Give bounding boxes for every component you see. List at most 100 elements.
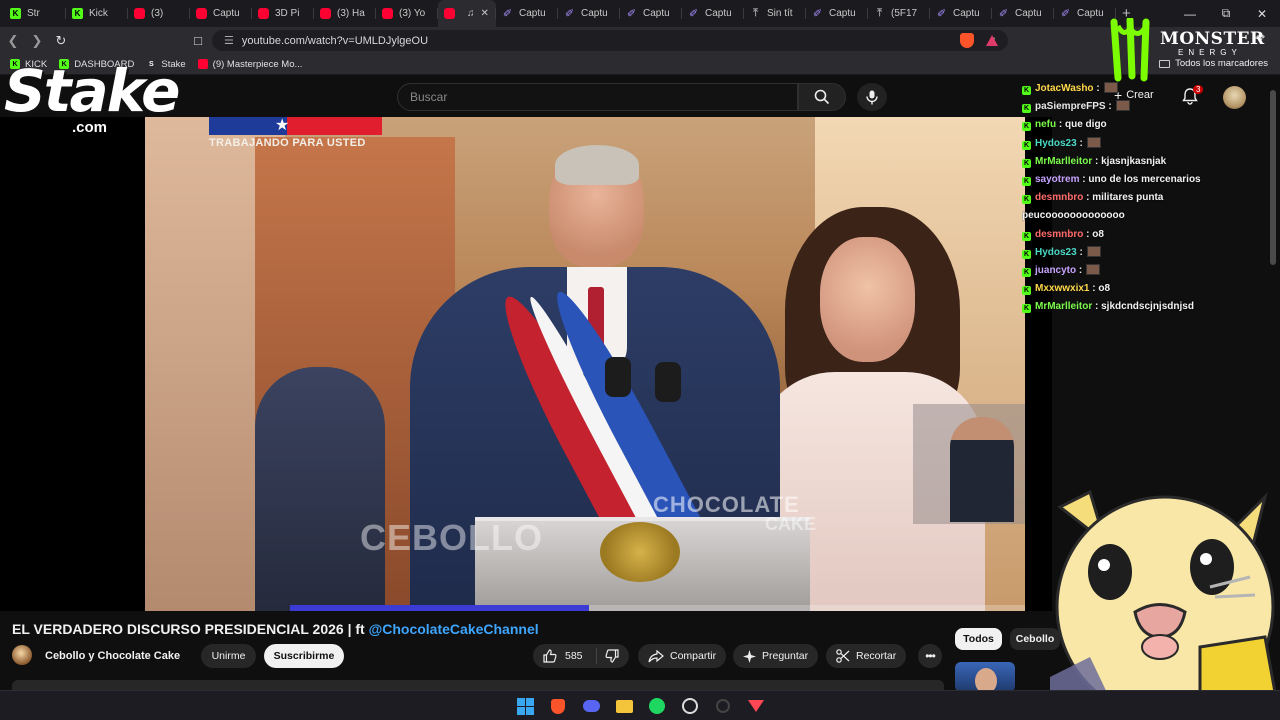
kick-icon: K [72, 8, 83, 19]
browser-tab-label: Captu [1015, 8, 1042, 19]
chat-text: : [1079, 137, 1083, 149]
browser-tab[interactable]: 3D Pi [252, 0, 314, 27]
browser-tab[interactable]: ✐ Captu [682, 0, 744, 27]
file-explorer-icon[interactable] [615, 697, 633, 715]
video-progress-bar[interactable] [290, 605, 1025, 611]
youtube-icon [444, 8, 455, 19]
site-info-icon[interactable]: ☰ [224, 34, 234, 47]
browser-tab[interactable]: ✐ Captu [496, 0, 558, 27]
chat-emote-image [1115, 100, 1130, 112]
description-box[interactable] [12, 680, 944, 690]
chat-text: : uno de los mercenarios [1082, 174, 1201, 186]
chat-text: : que digo [1058, 119, 1107, 131]
chat-username: Hydos23 [1035, 137, 1077, 149]
all-bookmarks[interactable]: Todos los marcadores [1159, 58, 1268, 69]
recommended-video-thumbnail[interactable] [955, 662, 1015, 692]
chat-username: juancyto [1035, 265, 1077, 277]
channel-name[interactable]: Cebollo y Chocolate Cake [45, 650, 180, 662]
youtube-icon [320, 8, 331, 19]
search-input[interactable] [397, 83, 798, 111]
minimize-icon[interactable]: — [1172, 0, 1208, 27]
bookmarks-bar: K KICK K DASHBOARD S Stake (9) Masterpiece Mo.… [0, 54, 1280, 75]
valorant-icon[interactable] [747, 697, 765, 715]
subscribe-button[interactable]: Suscribirme [264, 644, 344, 668]
youtube-icon [258, 8, 269, 19]
like-button[interactable]: 585 [533, 648, 597, 664]
like-dislike-group: 585 [533, 644, 629, 668]
app-icon[interactable] [714, 697, 732, 715]
browser-tab-label: Captu [581, 8, 608, 19]
youtube-icon [134, 8, 145, 19]
browser-tab[interactable]: Captu [190, 0, 252, 27]
thumbs-up-icon [543, 649, 557, 663]
browser-tab[interactable]: (3) Yo [376, 0, 438, 27]
browser-tab[interactable]: ✐ Captu [930, 0, 992, 27]
obs-icon[interactable] [681, 697, 699, 715]
address-bar[interactable]: ☰ youtube.com/watch?v=UMLDJylgeOU ▭ ↗ [212, 30, 1008, 51]
officer-figure [255, 367, 385, 611]
voice-search-button[interactable] [857, 83, 887, 111]
dislike-button[interactable] [597, 649, 619, 663]
browser-tab-label: Captu [213, 8, 240, 19]
kick-badge-icon: K [1022, 195, 1031, 205]
reload-icon[interactable]: ↻ [50, 30, 72, 52]
spotify-icon[interactable] [648, 697, 666, 715]
channel-avatar[interactable] [12, 645, 32, 665]
chip-cebollo[interactable]: Cebollo [1010, 628, 1060, 650]
chat-username: Mxxwwxix1 [1035, 283, 1090, 295]
close-tab-icon[interactable]: ✕ [481, 8, 489, 19]
windows-taskbar [0, 690, 1280, 720]
browser-tab[interactable]: (3) [128, 0, 190, 27]
back-icon[interactable]: ❮ [2, 30, 24, 52]
scrollbar[interactable] [1270, 90, 1276, 265]
windows-start-icon[interactable] [516, 697, 534, 715]
browser-tab[interactable]: K Kick [66, 0, 128, 27]
window-controls: — ⧉ ✕ [1172, 0, 1280, 27]
ask-button[interactable]: Preguntar [733, 644, 819, 668]
stake-domain: .com [72, 119, 108, 136]
browser-tab[interactable]: ✐ Captu [806, 0, 868, 27]
browser-tab[interactable]: (3) Ha [314, 0, 376, 27]
video-title-mention-link[interactable]: @ChocolateCakeChannel [369, 621, 539, 637]
chat-message: Kdesmnbro : o8 [1022, 226, 1252, 244]
browser-tab[interactable]: ✐ Captu [620, 0, 682, 27]
share-label: Compartir [670, 650, 717, 662]
audio-playing-icon[interactable]: ♫ [467, 8, 475, 19]
chat-message: K Hydos23 : [1022, 135, 1252, 153]
video-player[interactable]: ★ TRABAJANDO PARA USTED CHOCOLATE CAKE C… [0, 117, 1052, 611]
browser-tab[interactable]: K Str [4, 0, 66, 27]
close-window-icon[interactable]: ✕ [1244, 0, 1280, 27]
browser-tab[interactable]: ✐ Captu [992, 0, 1054, 27]
share-button[interactable]: Compartir [638, 644, 727, 668]
more-actions-button[interactable]: ••• [918, 644, 942, 668]
browser-tab[interactable]: ✐ Captu [1054, 0, 1116, 27]
chat-username: JotacWasho [1035, 83, 1094, 94]
kick-badge-icon: K [1022, 122, 1031, 132]
bookmark-page-icon[interactable]: □ [187, 30, 209, 52]
kick-badge-icon: K [1022, 268, 1031, 278]
chat-username: desmnbro [1035, 192, 1084, 204]
join-button[interactable]: Unirme [201, 644, 256, 668]
browser-tab[interactable]: ⤒ (5F17 [868, 0, 930, 27]
browser-tab-label: Captu [705, 8, 732, 19]
chip-all[interactable]: Todos [955, 628, 1002, 650]
kick-badge-icon: K [1022, 231, 1031, 241]
brave-browser-icon[interactable] [549, 697, 567, 715]
kick-badge-icon: K [1022, 304, 1031, 314]
browser-tab[interactable]: ✐ Captu [558, 0, 620, 27]
search-button[interactable] [798, 83, 846, 111]
brave-rewards-icon[interactable] [986, 35, 998, 46]
brave-shields-icon[interactable] [960, 33, 974, 48]
browser-tab-label: 3D Pi [275, 8, 300, 19]
restore-icon[interactable]: ⧉ [1208, 0, 1244, 27]
chat-message: K Mxxwwxix1 : o8 [1022, 280, 1252, 298]
chat-message: Kdesmnbro : militares punta peucoooooooo… [1022, 189, 1252, 225]
bookmark-item[interactable]: (9) Masterpiece Mo... [197, 59, 302, 70]
discord-icon[interactable] [582, 697, 600, 715]
browser-tab[interactable]: ⤒ Sin tít [744, 0, 806, 27]
browser-tab-label: (5F17 [891, 8, 918, 19]
browser-tab-active[interactable]: ♫ ✕ [438, 0, 496, 27]
forward-icon[interactable]: ❯ [26, 30, 48, 52]
chat-text: : [1078, 265, 1083, 277]
clip-button[interactable]: Recortar [826, 644, 907, 668]
